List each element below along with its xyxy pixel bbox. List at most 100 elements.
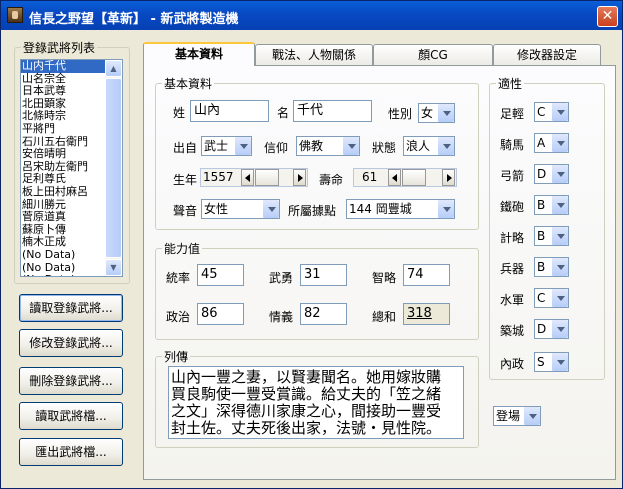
- chevron-down-icon[interactable]: [551, 227, 568, 245]
- birth-year-value: 1557: [203, 170, 234, 184]
- aptitude-select[interactable]: B: [534, 257, 569, 277]
- aptitude-label: 鐵砲: [500, 200, 525, 214]
- chevron-down-icon[interactable]: [437, 104, 454, 122]
- aptitude-label: 弓箭: [500, 169, 525, 183]
- birth-decrement-icon[interactable]: [241, 169, 254, 186]
- aptitude-select[interactable]: D: [534, 164, 569, 184]
- given-name-input[interactable]: 千代: [293, 100, 372, 122]
- lifespan-decrement-icon[interactable]: [388, 169, 401, 186]
- charisma-input[interactable]: 82: [300, 303, 347, 325]
- belief-select[interactable]: 佛教: [296, 136, 360, 156]
- aptitude-value: S: [537, 355, 545, 369]
- lifespan-label: 壽命: [319, 173, 344, 187]
- biography-line: 買良駒使一豐受賞識。給丈夫的「笠之緒: [171, 385, 442, 403]
- list-item[interactable]: (No Data): [21, 273, 107, 276]
- scroll-up-icon[interactable]: ▲: [105, 60, 122, 77]
- chevron-down-icon[interactable]: [551, 320, 568, 338]
- voice-select[interactable]: 女性: [201, 199, 280, 219]
- biography-textarea[interactable]: 山內一豐之妻，以賢妻聞名。她用嫁妝購 買良駒使一豐受賞識。給丈夫的「笠之緒 之文…: [168, 366, 464, 439]
- tab-basic[interactable]: 基本資料: [143, 42, 255, 66]
- lifespan-increment-icon[interactable]: [442, 169, 455, 186]
- list-item[interactable]: 安倍晴明: [21, 148, 107, 161]
- base-castle-select[interactable]: 144 岡豐城: [346, 199, 455, 219]
- aptitude-label: 築城: [500, 324, 525, 338]
- origin-select[interactable]: 武士: [201, 136, 252, 156]
- tab-tactics-relations[interactable]: 戰法、人物關係: [255, 44, 373, 65]
- charisma-label: 情義: [269, 310, 294, 324]
- voice-value: 女性: [204, 202, 229, 216]
- title-bar: 信長之野望【革新】 - 新武將製造機 ✕: [1, 1, 622, 30]
- aptitude-value: D: [537, 322, 547, 336]
- load-registered-button[interactable]: 讀取登錄武將...: [19, 294, 123, 322]
- tab-face-cg[interactable]: 顏CG: [373, 44, 493, 65]
- scroll-thumb[interactable]: [105, 78, 122, 258]
- aptitude-select[interactable]: D: [534, 319, 569, 339]
- chevron-down-icon[interactable]: [262, 200, 279, 218]
- delete-registered-button[interactable]: 刪除登錄武將...: [19, 367, 123, 395]
- birth-increment-icon[interactable]: [293, 169, 306, 186]
- aptitude-select[interactable]: B: [534, 195, 569, 215]
- export-file-button[interactable]: 匯出武將檔...: [19, 438, 123, 466]
- chevron-down-icon[interactable]: [523, 407, 540, 425]
- list-item[interactable]: 日本武尊: [21, 85, 107, 98]
- status-select[interactable]: 浪人: [403, 136, 455, 156]
- aptitude-select[interactable]: C: [534, 102, 569, 122]
- biography-line: 之文」深得德川家康之心，間接助一豐受: [171, 402, 442, 420]
- aptitude-value: B: [537, 198, 546, 212]
- chevron-down-icon[interactable]: [551, 289, 568, 307]
- aptitude-label: 足輕: [500, 107, 525, 121]
- main-window: 信長之野望【革新】 - 新武將製造機 ✕ 登錄武將列表 山内千代 山名宗全 日本武尊…: [0, 0, 623, 489]
- list-item[interactable]: 菅原道真: [21, 211, 107, 224]
- chevron-down-icon[interactable]: [551, 353, 568, 371]
- total-number: 318: [407, 306, 432, 321]
- list-scrollbar[interactable]: ▲ ▼: [105, 60, 122, 276]
- origin-label: 出自: [173, 141, 198, 155]
- aptitude-value: D: [537, 167, 547, 181]
- aptitude-label: 水軍: [500, 293, 525, 307]
- chevron-down-icon[interactable]: [234, 137, 251, 155]
- tab-editor-settings[interactable]: 修改器設定: [493, 44, 601, 65]
- chevron-down-icon[interactable]: [342, 137, 359, 155]
- list-item[interactable]: 山内千代: [21, 60, 107, 73]
- gender-select[interactable]: 女: [418, 103, 455, 123]
- intellect-label: 智略: [372, 271, 397, 285]
- chevron-down-icon[interactable]: [437, 137, 454, 155]
- valor-input[interactable]: 31: [300, 264, 347, 286]
- chevron-down-icon[interactable]: [551, 196, 568, 214]
- leadership-input[interactable]: 45: [197, 264, 244, 286]
- chevron-down-icon[interactable]: [551, 258, 568, 276]
- close-button[interactable]: ✕: [597, 6, 618, 27]
- aptitude-select[interactable]: S: [534, 352, 569, 372]
- list-item[interactable]: 平將門: [21, 122, 107, 136]
- birth-thumb[interactable]: [255, 169, 279, 186]
- appearance-value: 登場: [496, 409, 521, 423]
- belief-value: 佛教: [299, 139, 324, 153]
- officer-listbox[interactable]: 山内千代 山名宗全 日本武尊 北田顕家 北條時宗 平將門 石川五右衛門 安倍晴明 呂宋助左衛門足…: [20, 59, 123, 277]
- chevron-down-icon[interactable]: [551, 103, 568, 121]
- aptitude-select[interactable]: A: [534, 133, 569, 153]
- aptitude-value: B: [537, 229, 546, 243]
- scroll-down-icon[interactable]: ▼: [105, 259, 122, 276]
- intellect-input[interactable]: 74: [403, 264, 450, 286]
- lifespan-slider[interactable]: 61: [353, 168, 457, 187]
- list-item[interactable]: 板上田村麻呂: [21, 185, 107, 199]
- total-label: 總和: [372, 310, 397, 324]
- load-file-button[interactable]: 讀取武將檔...: [19, 402, 123, 430]
- birth-year-slider[interactable]: 1557: [200, 168, 308, 187]
- aptitude-legend: 適性: [498, 77, 523, 91]
- appearance-select[interactable]: 登場: [493, 406, 541, 426]
- chevron-down-icon[interactable]: [437, 200, 454, 218]
- surname-input[interactable]: 山內: [190, 100, 269, 122]
- edit-registered-button[interactable]: 修改登錄武將...: [19, 329, 123, 357]
- app-icon: [7, 7, 23, 23]
- aptitude-select[interactable]: C: [534, 288, 569, 308]
- chevron-down-icon[interactable]: [551, 134, 568, 152]
- birth-year-label: 生年: [173, 173, 198, 187]
- aptitude-select[interactable]: B: [534, 226, 569, 246]
- list-item[interactable]: (No Data): [21, 248, 107, 262]
- chevron-down-icon[interactable]: [551, 165, 568, 183]
- politics-input[interactable]: 86: [197, 303, 244, 325]
- lifespan-thumb[interactable]: [402, 169, 426, 186]
- lifespan-value: 61: [362, 170, 378, 184]
- abilities-legend: 能力值: [164, 242, 201, 256]
